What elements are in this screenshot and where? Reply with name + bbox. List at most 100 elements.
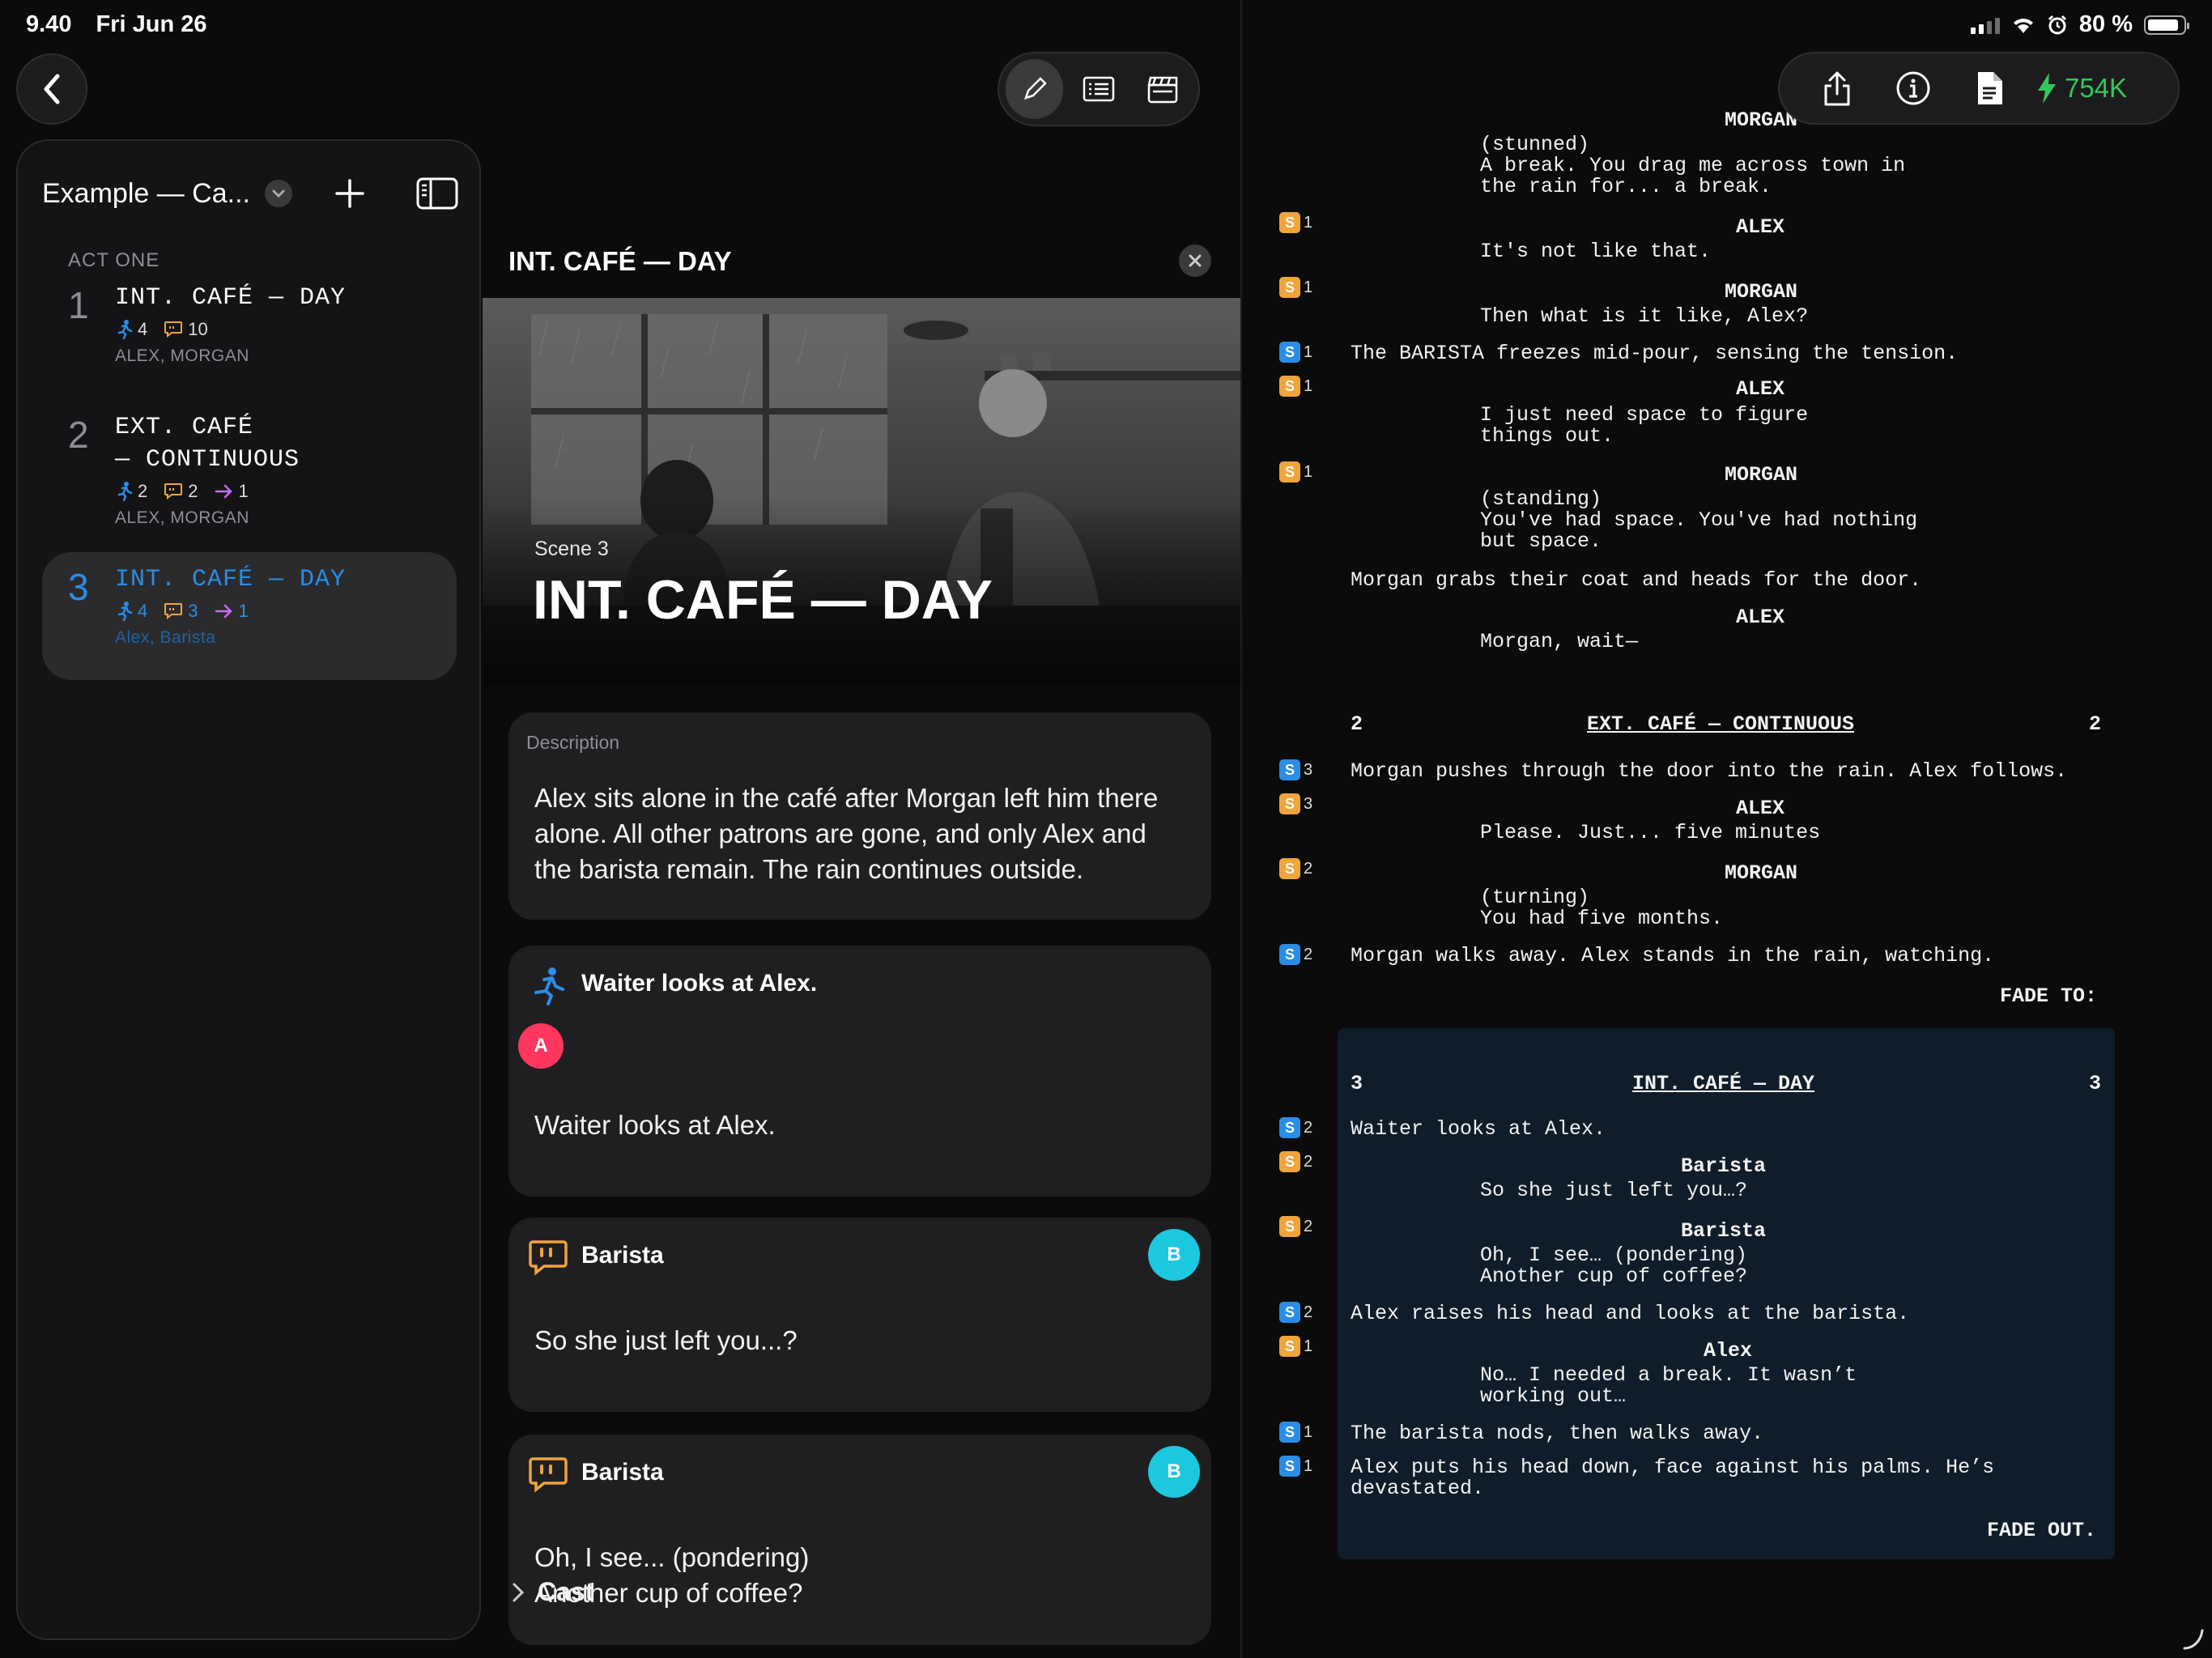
description-card[interactable]: Description Alex sits alone in the café … (508, 712, 1211, 920)
action-card[interactable]: Waiter looks at Alex. A Waiter looks at … (508, 946, 1211, 1197)
credits-badge[interactable]: 754K (2035, 71, 2127, 105)
badge-count: 1 (1304, 213, 1313, 232)
scene-heading-line-1: EXT. CAFÉ (115, 414, 254, 441)
resize-handle-icon[interactable] (2181, 1627, 2206, 1652)
badge-letter: S (1279, 858, 1300, 879)
badge-count: 1 (1304, 342, 1313, 361)
status-bar-left: 9.40 Fri Jun 26 (26, 11, 225, 38)
sp-scene-heading: EXT. CAFÉ — CONTINUOUS (1587, 712, 1855, 736)
dialogue-card[interactable]: Barista B Oh, I see... (pondering) Anoth… (508, 1435, 1211, 1645)
sp-action: The barista nods, then walks away. (1351, 1422, 1764, 1445)
element-badge[interactable]: S1 (1279, 277, 1312, 298)
element-badge[interactable]: S2 (1279, 858, 1312, 879)
scene-number: 1 (68, 284, 89, 326)
document-button[interactable] (1951, 60, 2027, 117)
element-badge[interactable]: S1 (1279, 1336, 1312, 1357)
back-button[interactable] (16, 53, 87, 125)
badge-count: 1 (1304, 1456, 1313, 1475)
document-icon (1978, 72, 2002, 104)
sidebar-scene-item-active[interactable]: 3 INT. CAFÉ — DAY 4 3 1 Alex, Barista (42, 552, 457, 680)
dialogue-line-1: Oh, I see... (pondering) (534, 1542, 810, 1572)
element-badge[interactable]: S2 (1279, 1216, 1312, 1237)
element-badge[interactable]: S3 (1279, 759, 1312, 780)
cast-section-toggle[interactable]: Cast (512, 1577, 593, 1607)
scene-stats: 4 10 (115, 319, 457, 340)
transition-count: 1 (215, 601, 249, 622)
sidebar-icon (416, 177, 458, 210)
element-badge[interactable]: S1 (1279, 1422, 1312, 1443)
quote-bubble-icon (529, 1457, 568, 1493)
sp-scene-heading: INT. CAFÉ — DAY (1632, 1072, 1815, 1095)
character-avatar[interactable]: B (1148, 1229, 1200, 1281)
badge-count: 2 (1304, 1152, 1313, 1171)
share-button[interactable] (1799, 60, 1875, 117)
info-button[interactable] (1875, 60, 1951, 117)
dialogue-count-value: 2 (188, 481, 198, 501)
sp-dialogue: You've had space. You've had nothing (1480, 508, 1918, 532)
scene-heading: EXT. CAFÉ — CONTINUOUS (115, 411, 457, 476)
element-badge[interactable]: S1 (1279, 1456, 1312, 1477)
action-text[interactable]: Waiter looks at Alex. (534, 1107, 1185, 1143)
sidebar-scene-item[interactable]: 1 INT. CAFÉ — DAY 4 10 ALEX, MORGAN (42, 270, 457, 384)
sp-dialogue: You had five months. (1480, 907, 1724, 930)
description-text[interactable]: Alex sits alone in the café after Morgan… (534, 780, 1185, 887)
screenplay-preview[interactable]: S1 S1 S1 S1 S1 S3 S3 S2 S2 S2 S2 S2 S2 S… (1263, 0, 2212, 1658)
transition-count-value: 1 (238, 601, 249, 621)
badge-count: 1 (1304, 1337, 1313, 1355)
badge-letter: S (1279, 212, 1300, 233)
scene-number: 3 (68, 566, 89, 608)
scene-characters: Alex, Barista (115, 628, 216, 647)
description-label: Description (526, 732, 620, 753)
dialogue-character: Barista (581, 1459, 664, 1486)
sidebar-scene-item[interactable]: 2 EXT. CAFÉ — CONTINUOUS 2 2 1 ALEX, MOR… (42, 400, 457, 546)
sp-dialogue: working out… (1480, 1384, 1627, 1408)
speech-bubble-icon (164, 483, 183, 500)
sp-dialogue: Oh, I see… (pondering) (1480, 1244, 1748, 1267)
badge-count: 3 (1304, 794, 1313, 813)
sp-scene-number-right: 3 (2089, 1072, 2102, 1095)
chevron-left-icon (44, 74, 60, 104)
action-count: 4 (115, 601, 147, 622)
sp-scene-number-left: 3 (1351, 1072, 1363, 1095)
clapperboard-icon (1147, 76, 1178, 104)
project-title[interactable]: Example — Ca... (42, 178, 250, 210)
scene-detail-panel: INT. CAFÉ — DAY Scene 3 INT. CAFÉ — DAY … (483, 217, 1240, 1658)
badge-letter: S (1279, 277, 1300, 298)
mode-scenes-button[interactable] (1134, 59, 1192, 119)
sp-action: Morgan walks away. Alex stands in the ra… (1351, 944, 1995, 967)
badge-letter: S (1279, 759, 1300, 780)
element-badge[interactable]: S2 (1279, 1302, 1312, 1323)
dialogue-text[interactable]: So she just left you...? (534, 1323, 1185, 1358)
close-button[interactable] (1179, 244, 1211, 277)
dialogue-text[interactable]: Oh, I see... (pondering) Another cup of … (534, 1540, 1185, 1611)
sp-character: ALEX (1736, 797, 1785, 820)
sp-dialogue: It's not like that. (1480, 240, 1712, 263)
mode-outline-button[interactable] (1070, 59, 1127, 119)
element-badge[interactable]: S1 (1279, 212, 1312, 233)
character-avatar[interactable]: B (1148, 1446, 1200, 1498)
scene-heading-line-2: — CONTINUOUS (115, 446, 300, 474)
status-date: Fri Jun 26 (96, 11, 207, 37)
scene-number-label: Scene 3 (534, 538, 609, 560)
element-badge[interactable]: S2 (1279, 944, 1312, 965)
add-scene-button[interactable] (330, 173, 370, 214)
sp-transition: FADE TO: (2000, 984, 2098, 1008)
mode-write-button[interactable] (1006, 59, 1064, 119)
scene-number: 2 (68, 414, 89, 456)
character-avatar[interactable]: A (518, 1023, 564, 1069)
badge-count: 1 (1304, 462, 1313, 481)
element-badge[interactable]: S2 (1279, 1151, 1312, 1172)
list-icon (1083, 76, 1115, 102)
scene-hero-image: Scene 3 INT. CAFÉ — DAY (483, 298, 1240, 687)
dialogue-character: Barista (581, 1242, 664, 1269)
sp-dialogue: but space. (1480, 529, 1602, 553)
element-badge[interactable]: S2 (1279, 1117, 1312, 1138)
sp-action: Morgan grabs their coat and heads for th… (1351, 568, 1922, 592)
chevron-down-icon[interactable] (264, 180, 292, 207)
sidebar-toggle-button[interactable] (415, 173, 460, 214)
element-badge[interactable]: S1 (1279, 376, 1312, 397)
element-badge[interactable]: S1 (1279, 461, 1312, 483)
dialogue-card[interactable]: Barista B So she just left you...? (508, 1218, 1211, 1412)
element-badge[interactable]: S1 (1279, 342, 1312, 363)
element-badge[interactable]: S3 (1279, 793, 1312, 814)
